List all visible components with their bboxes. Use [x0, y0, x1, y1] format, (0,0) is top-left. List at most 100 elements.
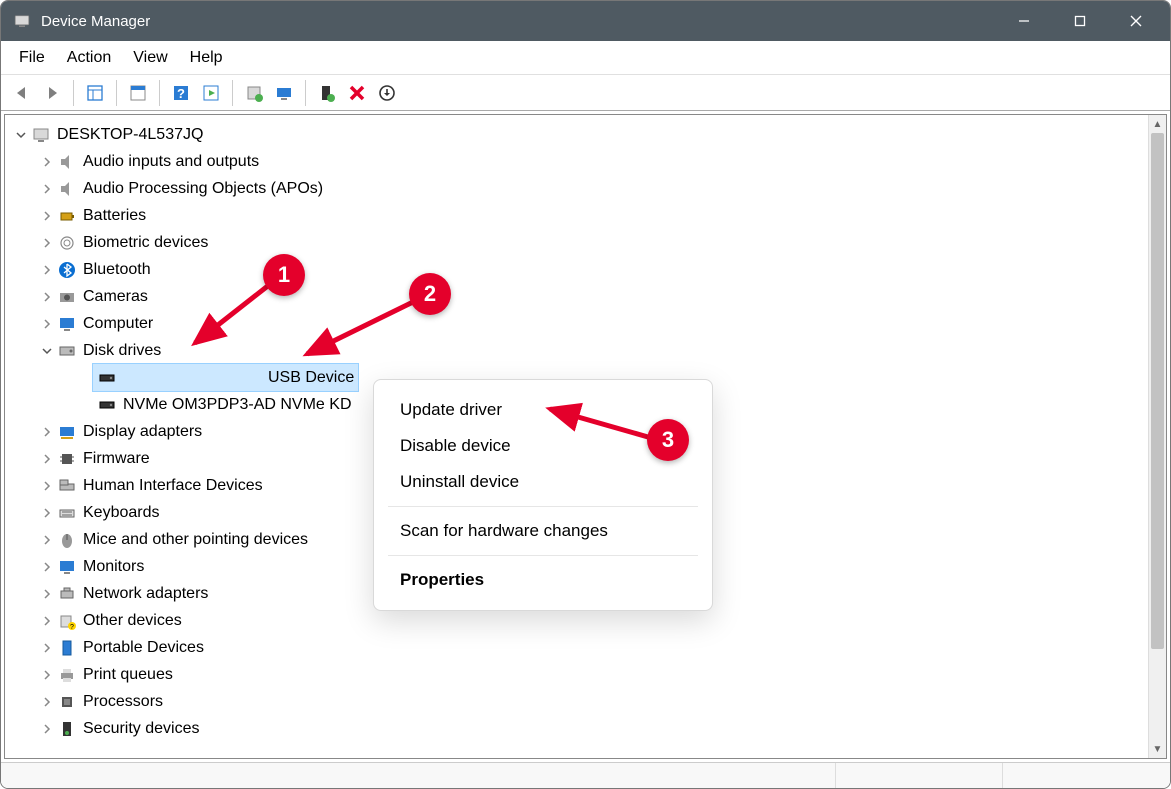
caret-right-icon[interactable] — [37, 260, 57, 280]
caret-down-icon[interactable] — [37, 341, 57, 361]
bluetooth-icon — [57, 260, 77, 280]
tree-item-label: Audio Processing Objects (APOs) — [83, 175, 323, 202]
menu-help[interactable]: Help — [180, 43, 233, 73]
caret-right-icon[interactable] — [37, 719, 57, 739]
caret-right-icon[interactable] — [37, 449, 57, 469]
tree-item-disk-drives[interactable]: Disk drives — [5, 337, 1148, 364]
mouse-icon — [57, 530, 77, 550]
show-hide-tree-button[interactable] — [80, 78, 110, 108]
action-button[interactable] — [196, 78, 226, 108]
caret-right-icon[interactable] — [37, 665, 57, 685]
computer-icon — [31, 125, 51, 145]
tree-root-label: DESKTOP-4L537JQ — [57, 121, 203, 148]
tree-root[interactable]: DESKTOP-4L537JQ — [5, 121, 1148, 148]
caret-right-icon[interactable] — [37, 584, 57, 604]
tree-item-batteries[interactable]: Batteries — [5, 202, 1148, 229]
monitor-icon — [57, 314, 77, 334]
tree-item-label: Other devices — [83, 607, 182, 634]
toolbar-separator — [116, 80, 117, 106]
fingerprint-icon — [57, 233, 77, 253]
forward-button[interactable] — [37, 78, 67, 108]
back-button[interactable] — [7, 78, 37, 108]
tree-item-label: Bluetooth — [83, 256, 151, 283]
camera-icon — [57, 287, 77, 307]
update-driver-button[interactable] — [239, 78, 269, 108]
caret-right-icon[interactable] — [37, 422, 57, 442]
caret-right-icon[interactable] — [37, 638, 57, 658]
tree-item-computer[interactable]: Computer — [5, 310, 1148, 337]
monitor-icon — [57, 557, 77, 577]
tree-item-other[interactable]: ? Other devices — [5, 607, 1148, 634]
cpu-icon — [57, 692, 77, 712]
speaker-icon — [57, 152, 77, 172]
context-uninstall-device[interactable]: Uninstall device — [374, 464, 712, 500]
disable-device-button[interactable] — [342, 78, 372, 108]
menu-view[interactable]: View — [123, 43, 177, 73]
tree-item-label: Mice and other pointing devices — [83, 526, 308, 553]
unknown-device-icon: ? — [57, 611, 77, 631]
context-properties[interactable]: Properties — [374, 562, 712, 598]
toolbar-separator — [232, 80, 233, 106]
status-cell — [1, 763, 836, 788]
close-button[interactable] — [1108, 1, 1164, 41]
speaker-icon — [57, 179, 77, 199]
caret-right-icon[interactable] — [37, 152, 57, 172]
properties-button[interactable] — [123, 78, 153, 108]
scroll-thumb[interactable] — [1151, 133, 1164, 649]
title-bar: Device Manager — [1, 1, 1170, 41]
tree-item-audio-io[interactable]: Audio inputs and outputs — [5, 148, 1148, 175]
caret-right-icon[interactable] — [37, 692, 57, 712]
tree-item-cameras[interactable]: Cameras — [5, 283, 1148, 310]
toolbar: ? — [1, 75, 1170, 111]
menu-action[interactable]: Action — [57, 43, 121, 73]
tree-item-portable[interactable]: Portable Devices — [5, 634, 1148, 661]
tree-item-biometric[interactable]: Biometric devices — [5, 229, 1148, 256]
scroll-down-icon[interactable]: ▼ — [1149, 740, 1166, 758]
enable-device-button[interactable] — [312, 78, 342, 108]
caret-right-icon[interactable] — [37, 206, 57, 226]
tree-item-processors[interactable]: Processors — [5, 688, 1148, 715]
caret-right-icon[interactable] — [37, 233, 57, 253]
context-separator — [388, 506, 698, 507]
disk-icon — [57, 341, 77, 361]
battery-icon — [57, 206, 77, 226]
context-scan-hardware[interactable]: Scan for hardware changes — [374, 513, 712, 549]
context-separator — [388, 555, 698, 556]
security-device-icon — [57, 719, 77, 739]
maximize-button[interactable] — [1052, 1, 1108, 41]
chip-icon — [57, 449, 77, 469]
tree-item-label: Cameras — [83, 283, 148, 310]
caret-right-icon[interactable] — [37, 530, 57, 550]
tree-item-printqueues[interactable]: Print queues — [5, 661, 1148, 688]
menu-file[interactable]: File — [9, 43, 55, 73]
uninstall-device-button[interactable] — [372, 78, 402, 108]
help-button[interactable]: ? — [166, 78, 196, 108]
tree-item-label: Security devices — [83, 715, 200, 742]
tree-item-label: Human Interface Devices — [83, 472, 263, 499]
caret-down-icon[interactable] — [11, 125, 31, 145]
tree-item-security[interactable]: Security devices — [5, 715, 1148, 742]
tree-item-bluetooth[interactable]: Bluetooth — [5, 256, 1148, 283]
caret-right-icon[interactable] — [37, 611, 57, 631]
tree-item-apo[interactable]: Audio Processing Objects (APOs) — [5, 175, 1148, 202]
scroll-up-icon[interactable]: ▲ — [1149, 115, 1166, 133]
caret-right-icon[interactable] — [37, 179, 57, 199]
caret-right-icon[interactable] — [37, 314, 57, 334]
disk-icon — [97, 395, 117, 415]
scroll-track[interactable] — [1149, 133, 1166, 740]
minimize-button[interactable] — [996, 1, 1052, 41]
disk-icon — [97, 368, 117, 388]
vertical-scrollbar[interactable]: ▲ ▼ — [1148, 115, 1166, 758]
scan-hardware-button[interactable] — [269, 78, 299, 108]
caret-right-icon[interactable] — [37, 557, 57, 577]
caret-right-icon[interactable] — [37, 503, 57, 523]
network-icon — [57, 584, 77, 604]
tree-item-label: Biometric devices — [83, 229, 208, 256]
caret-right-icon[interactable] — [37, 287, 57, 307]
annotation-badge-2: 2 — [409, 273, 451, 315]
caret-right-icon[interactable] — [37, 476, 57, 496]
tree-item-label: Monitors — [83, 553, 144, 580]
menu-bar: File Action View Help — [1, 41, 1170, 75]
tree-item-label: NVMe OM3PDP3-AD NVMe KD — [123, 391, 352, 418]
tree-item-label: Batteries — [83, 202, 146, 229]
